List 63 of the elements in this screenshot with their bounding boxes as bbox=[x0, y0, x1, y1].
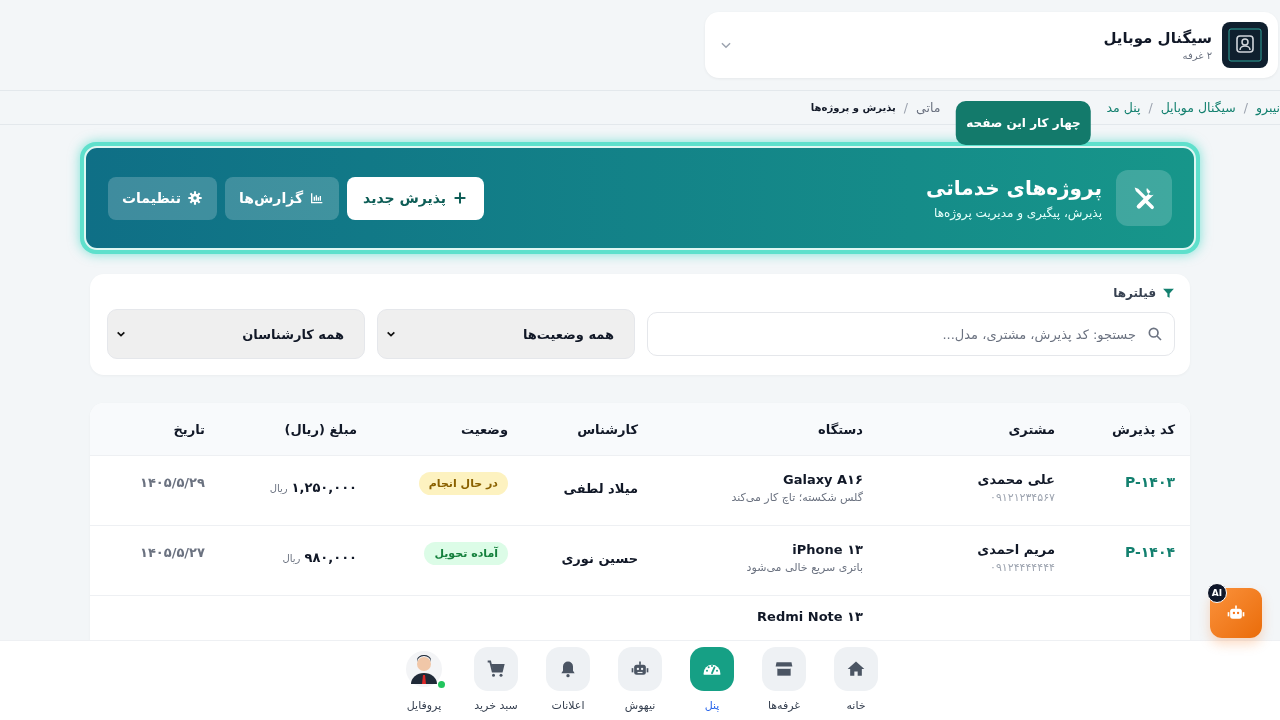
breadcrumb-item: پذیرش و پروژه‌ها bbox=[810, 102, 896, 113]
store-selector[interactable]: سیگنال موبایل ۲ غرفه bbox=[705, 12, 1278, 78]
column-header: دستگاه bbox=[817, 421, 863, 437]
column-header: کد پذیرش bbox=[1111, 421, 1175, 437]
status-badge: آماده تحویل bbox=[424, 542, 508, 565]
customer-phone: ۰۹۱۲۴۴۴۴۴۴۴ bbox=[989, 561, 1055, 574]
avatar-icon bbox=[406, 651, 442, 687]
column-header: تاریخ bbox=[172, 421, 205, 437]
customer-name: مریم احمدی bbox=[976, 542, 1055, 557]
search-icon bbox=[1147, 326, 1163, 342]
nav-item[interactable]: پروفایل bbox=[402, 647, 446, 720]
customer-name: علی محمدی bbox=[976, 472, 1055, 487]
cart-icon bbox=[486, 659, 506, 679]
breadcrumb-separator: / bbox=[1148, 100, 1153, 115]
action-button[interactable]: پذیرش جدید bbox=[347, 176, 485, 220]
column-header: مبلغ (ریال) bbox=[283, 421, 357, 437]
table-cell-text: ۱۴۰۵/۵/۲۹ bbox=[139, 474, 205, 490]
device-name: iPhone ۱۳ bbox=[791, 542, 863, 557]
store-subtitle: ۲ غرفه bbox=[1181, 50, 1212, 61]
device-issue: گلس شکسته؛ تاچ کار می‌کند bbox=[730, 491, 863, 504]
amount: ۱,۲۵۰,۰۰۰ bbox=[291, 480, 357, 495]
breadcrumb-separator: / bbox=[903, 100, 909, 115]
chevron-down-icon bbox=[386, 329, 396, 339]
dropdown[interactable]: همه کارشناسان bbox=[107, 309, 365, 359]
customer-phone: ۰۹۱۲۱۲۳۴۵۶۷ bbox=[989, 491, 1055, 504]
breadcrumb-separator: / bbox=[1243, 100, 1249, 115]
device-name: Galaxy A۱۶ bbox=[782, 472, 863, 487]
page-title: پروژه‌های خدماتی bbox=[925, 176, 1102, 200]
table-cell[interactable]: P-۱۴۰۳ bbox=[1125, 466, 1175, 490]
column-header: کارشناس bbox=[576, 421, 638, 437]
column-header: مشتری bbox=[1007, 421, 1055, 437]
store-icon bbox=[774, 659, 794, 679]
action-button[interactable]: تنظیمات bbox=[108, 176, 218, 220]
table-cell[interactable]: P-۱۴۰۴ bbox=[1125, 536, 1175, 560]
table-cell-text: ۱۴۰۵/۵/۲۷ bbox=[139, 544, 205, 560]
tooltip: چهار کار این صفحه bbox=[956, 101, 1091, 145]
amount: ۹۸۰,۰۰۰ bbox=[304, 550, 357, 565]
status-badge: در حال انجام bbox=[418, 472, 508, 495]
chevron-down-icon bbox=[116, 329, 126, 339]
filter-icon bbox=[1162, 286, 1175, 300]
column-header: وضعیت bbox=[459, 421, 508, 437]
breadcrumb-item[interactable]: سیگنال موبایل bbox=[1160, 100, 1236, 115]
ai-assistant-button[interactable] bbox=[1210, 588, 1262, 638]
tools-icon bbox=[1116, 170, 1172, 226]
dropdown[interactable]: همه وضعیت‌ها bbox=[377, 309, 635, 359]
settings-icon bbox=[187, 190, 204, 206]
table-cell: میلاد لطفی bbox=[563, 481, 638, 496]
store-name: سیگنال موبایل bbox=[1102, 29, 1212, 47]
page-subtitle: پذیرش، پیگیری و مدیریت پروژه‌ها bbox=[932, 206, 1102, 220]
device-issue: باتری سریع خالی می‌شود bbox=[745, 561, 863, 574]
currency-label: ریال bbox=[282, 553, 301, 564]
currency-label: ریال bbox=[269, 483, 288, 494]
search-field[interactable]: جستجو: کد پذیرش، مشتری، مدل... bbox=[647, 312, 1175, 356]
breadcrumb-item[interactable]: ماتی bbox=[916, 100, 941, 115]
breadcrumb-item[interactable]: پنل مد bbox=[1106, 100, 1141, 115]
action-button[interactable]: گزارش‌ها bbox=[225, 176, 340, 220]
home-icon bbox=[846, 659, 866, 679]
ai-badge: AI bbox=[1207, 583, 1227, 603]
device-name: Redmi Note ۱۳ bbox=[756, 609, 863, 624]
filters-title: فیلترها bbox=[1113, 286, 1156, 300]
table-cell: حسین نوری bbox=[561, 551, 638, 566]
store-logo-icon bbox=[1222, 22, 1268, 68]
breadcrumb-item[interactable]: نیبرو bbox=[1256, 100, 1280, 115]
